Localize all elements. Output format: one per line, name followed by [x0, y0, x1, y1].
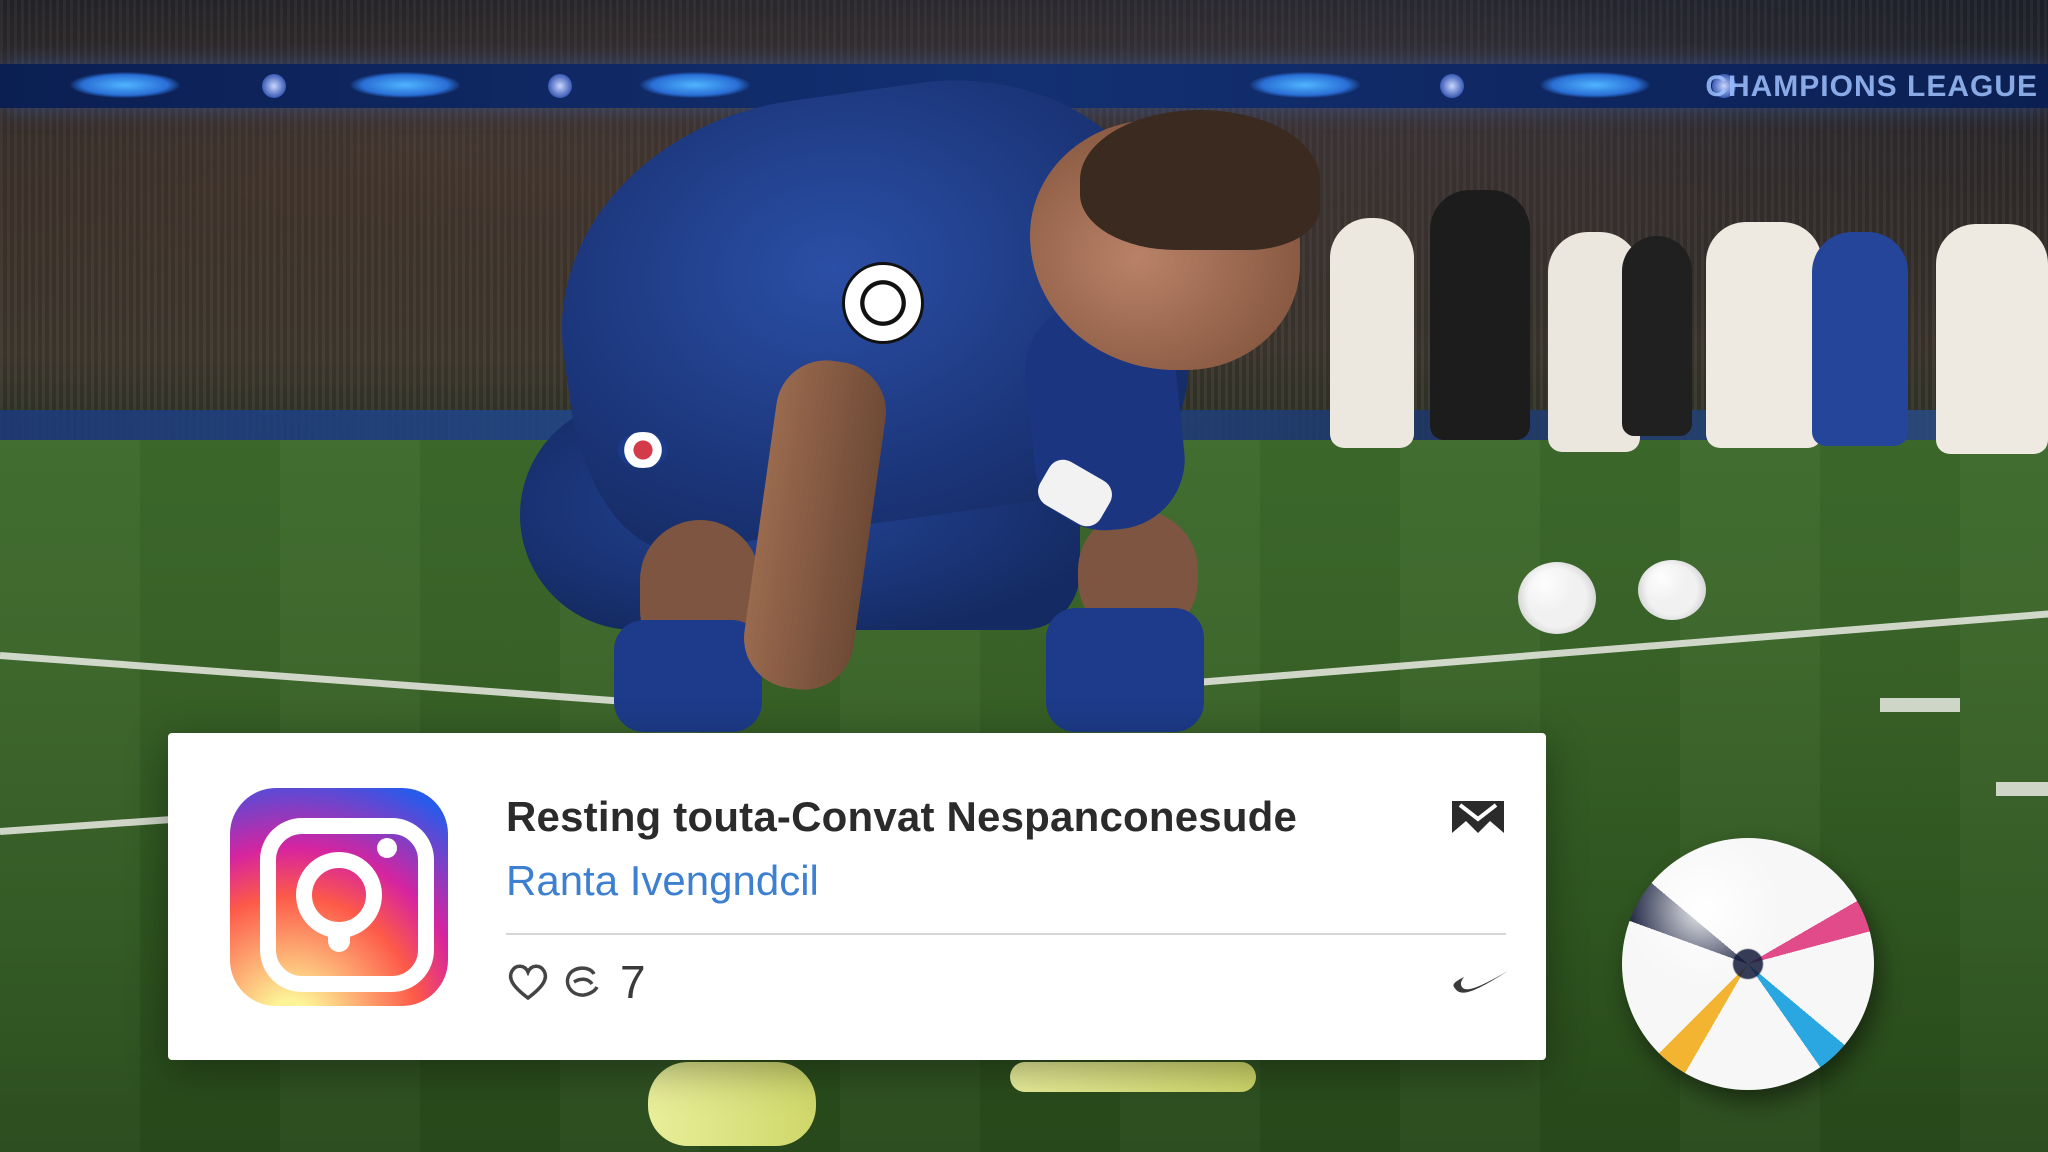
background-player-white	[1936, 224, 2048, 454]
player-hair	[1080, 110, 1320, 250]
starball-sleeve-badge-icon	[842, 262, 924, 344]
notification-subtitle-link[interactable]: Ranta Ivengndcil	[506, 857, 819, 905]
led-dot-icon	[548, 74, 572, 98]
player-boot	[1010, 1062, 1256, 1092]
heart-icon[interactable]	[506, 960, 550, 1004]
card-divider	[506, 933, 1506, 935]
background-player-blue	[1812, 232, 1908, 446]
player-sock	[614, 620, 762, 732]
background-player-black	[1430, 190, 1530, 440]
notification-actions: 7	[506, 955, 646, 1009]
player-boot	[648, 1062, 816, 1146]
notification-title: Resting touta-Convat Nespanconesude	[506, 793, 1298, 840]
instagram-icon[interactable]	[230, 788, 448, 1006]
lens-tail-icon	[328, 926, 350, 952]
football	[1518, 562, 1596, 634]
starball-logo-icon	[350, 72, 460, 98]
swoosh-icon	[1453, 971, 1508, 993]
led-dot-icon	[1440, 74, 1464, 98]
starball-logo-icon	[70, 72, 180, 98]
football	[1638, 560, 1706, 620]
player-sock	[1046, 608, 1204, 732]
comment-icon[interactable]	[560, 960, 604, 1004]
match-ball	[1622, 838, 1874, 1090]
reaction-count: 7	[620, 956, 646, 1008]
camera-flash-icon	[377, 838, 397, 858]
starball-logo-icon	[1540, 72, 1650, 98]
pitch-mark	[1996, 782, 2048, 796]
background-player-white	[1330, 218, 1414, 448]
led-dot-icon	[262, 74, 286, 98]
club-crest-icon	[618, 432, 668, 468]
background-player-black	[1622, 236, 1692, 436]
pitch-line	[0, 652, 699, 711]
background-player-white	[1706, 222, 1822, 448]
bookmark-icon[interactable]	[1450, 797, 1506, 837]
starball-logo-icon	[1250, 72, 1360, 98]
led-band-text: CHAMPIONS LEAGUE	[1705, 70, 2038, 103]
starball-logo-icon	[640, 72, 750, 98]
instagram-notification-card[interactable]: Resting touta-Convat Nespanconesude Rant…	[168, 733, 1546, 1060]
pitch-mark	[1880, 698, 1960, 712]
